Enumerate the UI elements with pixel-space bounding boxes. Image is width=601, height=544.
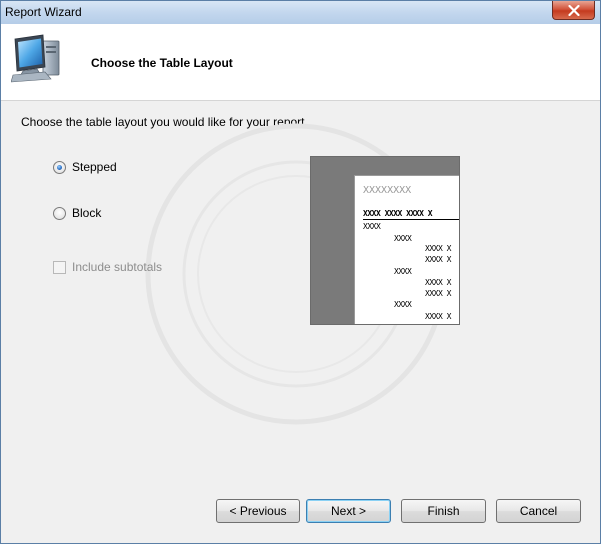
stepped-radio[interactable] xyxy=(53,160,66,174)
layout-option-block[interactable]: Block xyxy=(53,206,101,220)
preview-row: XXXX X xyxy=(425,312,451,321)
preview-row: XXXX X xyxy=(425,255,451,264)
close-button[interactable] xyxy=(552,1,595,20)
block-label: Block xyxy=(72,206,102,220)
preview-header-row: XXXX XXXX XXXX X xyxy=(363,209,433,218)
preview-row: XXXX X xyxy=(425,278,451,287)
preview-header-rule xyxy=(363,219,459,220)
layout-option-stepped[interactable]: Stepped xyxy=(53,160,117,174)
wizard-header: Choose the Table Layout xyxy=(1,24,600,101)
next-button[interactable]: Next > xyxy=(306,499,391,523)
preview-row: XXXX X xyxy=(425,289,451,298)
stepped-label: Stepped xyxy=(72,160,117,174)
preview-row: XXXX xyxy=(394,300,412,309)
preview-row: XXXX xyxy=(394,234,412,243)
report-wizard-window: Report Wizard Choose the Table Layout Ch… xyxy=(0,0,601,544)
include-subtotals-checkbox xyxy=(53,260,66,274)
preview-title: XXXXXXXX xyxy=(363,185,412,196)
window-title: Report Wizard xyxy=(5,5,82,19)
page-title: Choose the Table Layout xyxy=(91,56,233,70)
include-subtotals-option: Include subtotals xyxy=(53,260,162,274)
include-subtotals-label: Include subtotals xyxy=(72,260,163,274)
previous-button[interactable]: < Previous xyxy=(216,499,300,523)
layout-preview: XXXXXXXX XXXX XXXX XXXX X XXXX XXXX XXXX… xyxy=(310,156,460,325)
title-bar[interactable]: Report Wizard xyxy=(1,1,600,24)
close-icon xyxy=(567,4,580,16)
block-radio[interactable] xyxy=(53,206,66,220)
finish-button[interactable]: Finish xyxy=(401,499,486,523)
preview-row: XXXX xyxy=(394,267,412,276)
instruction-text: Choose the table layout you would like f… xyxy=(21,115,308,129)
computer-monitor-icon xyxy=(11,34,60,83)
preview-row: XXXX xyxy=(363,222,381,231)
preview-row: XXXX X xyxy=(425,244,451,253)
cancel-button[interactable]: Cancel xyxy=(496,499,581,523)
preview-page: XXXXXXXX XXXX XXXX XXXX X XXXX XXXX XXXX… xyxy=(354,175,459,324)
